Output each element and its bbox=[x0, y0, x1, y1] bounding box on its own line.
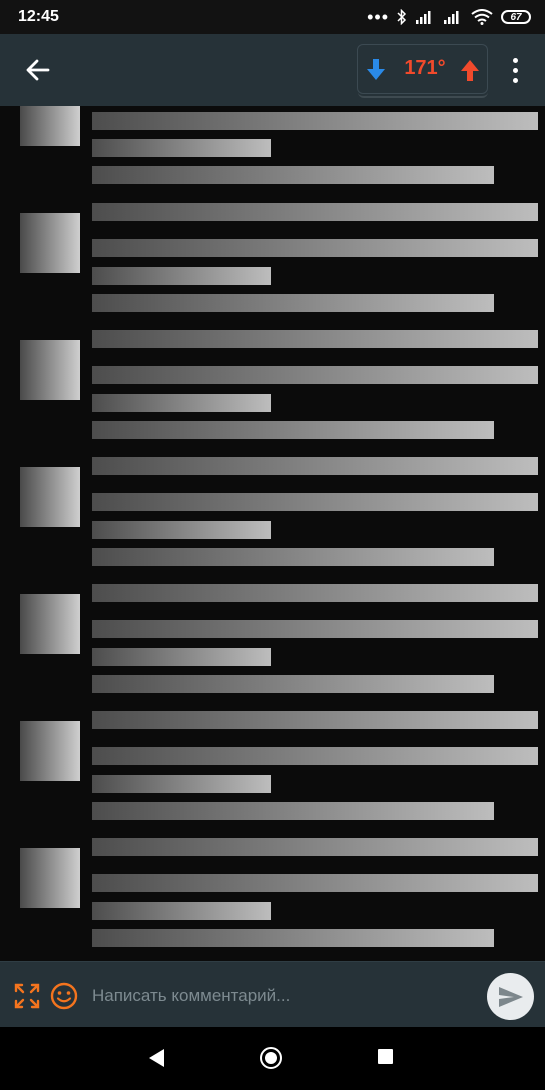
text-line-placeholder bbox=[92, 902, 271, 920]
text-line-placeholder bbox=[92, 929, 494, 947]
text-line-placeholder bbox=[92, 457, 538, 475]
comment-placeholder bbox=[0, 838, 545, 958]
comment-placeholder bbox=[0, 711, 545, 831]
text-line-placeholder bbox=[92, 747, 538, 765]
comment-placeholder bbox=[0, 457, 545, 577]
text-line-placeholder bbox=[92, 620, 538, 638]
square-recent-icon[interactable] bbox=[378, 1049, 393, 1064]
comment-placeholder bbox=[0, 584, 545, 704]
text-line-placeholder bbox=[92, 838, 538, 856]
text-line-placeholder bbox=[92, 874, 538, 892]
status-icons: ••• 67 bbox=[367, 6, 531, 28]
comment-placeholder bbox=[0, 330, 545, 450]
text-line-placeholder bbox=[92, 421, 494, 439]
expand-icon bbox=[14, 983, 40, 1009]
text-line-placeholder bbox=[92, 166, 494, 184]
bluetooth-icon bbox=[397, 9, 407, 25]
text-line-placeholder bbox=[92, 139, 271, 157]
arrow-down-icon bbox=[367, 59, 385, 80]
avatar-placeholder bbox=[20, 106, 80, 146]
text-line-placeholder bbox=[92, 648, 271, 666]
wifi-icon bbox=[471, 9, 493, 25]
status-bar: 12:45 ••• 67 bbox=[0, 0, 545, 34]
send-button[interactable] bbox=[487, 973, 534, 1020]
text-line-placeholder bbox=[92, 521, 271, 539]
smiley-icon bbox=[50, 982, 78, 1010]
text-line-placeholder bbox=[92, 584, 538, 602]
comment-placeholder bbox=[0, 106, 545, 206]
text-line-placeholder bbox=[92, 330, 538, 348]
avatar-placeholder bbox=[20, 721, 80, 781]
text-line-placeholder bbox=[92, 267, 271, 285]
text-line-placeholder bbox=[92, 675, 494, 693]
circle-home-icon[interactable] bbox=[260, 1047, 282, 1069]
status-time: 12:45 bbox=[18, 8, 59, 25]
more-options-button[interactable] bbox=[502, 50, 530, 90]
expand-button[interactable] bbox=[14, 983, 40, 1009]
text-line-placeholder bbox=[92, 366, 538, 384]
text-line-placeholder bbox=[92, 294, 494, 312]
comment-placeholder bbox=[0, 203, 545, 323]
arrow-up-icon bbox=[461, 60, 479, 81]
text-line-placeholder bbox=[92, 112, 538, 130]
text-line-placeholder bbox=[92, 548, 494, 566]
battery-icon: 67 bbox=[501, 10, 531, 24]
upvote-button[interactable] bbox=[458, 57, 482, 83]
rating-value: 171° bbox=[404, 57, 446, 79]
avatar-placeholder bbox=[20, 848, 80, 908]
notification-dots: ••• bbox=[367, 7, 389, 27]
text-line-placeholder bbox=[92, 394, 271, 412]
text-line-placeholder bbox=[92, 239, 538, 257]
signal-icon bbox=[416, 11, 431, 24]
text-line-placeholder bbox=[92, 203, 538, 221]
text-line-placeholder bbox=[92, 802, 494, 820]
comment-input[interactable] bbox=[90, 980, 474, 1012]
comments-list[interactable] bbox=[0, 106, 545, 961]
rating-widget: 171° bbox=[357, 44, 488, 94]
text-line-placeholder bbox=[92, 711, 538, 729]
avatar-placeholder bbox=[20, 213, 80, 273]
text-line-placeholder bbox=[92, 775, 271, 793]
avatar-placeholder bbox=[20, 340, 80, 400]
arrow-left-icon bbox=[26, 59, 50, 81]
send-icon bbox=[498, 986, 523, 1007]
comment-input-bar bbox=[0, 961, 545, 1027]
app-bar: 171° bbox=[0, 34, 545, 106]
back-button[interactable] bbox=[18, 50, 58, 90]
system-nav-bar bbox=[0, 1027, 545, 1090]
downvote-button[interactable] bbox=[364, 57, 388, 83]
avatar-placeholder bbox=[20, 594, 80, 654]
triangle-back-icon[interactable] bbox=[147, 1047, 167, 1069]
signal-icon bbox=[444, 11, 459, 24]
emoji-button[interactable] bbox=[50, 982, 78, 1010]
avatar-placeholder bbox=[20, 467, 80, 527]
text-line-placeholder bbox=[92, 493, 538, 511]
